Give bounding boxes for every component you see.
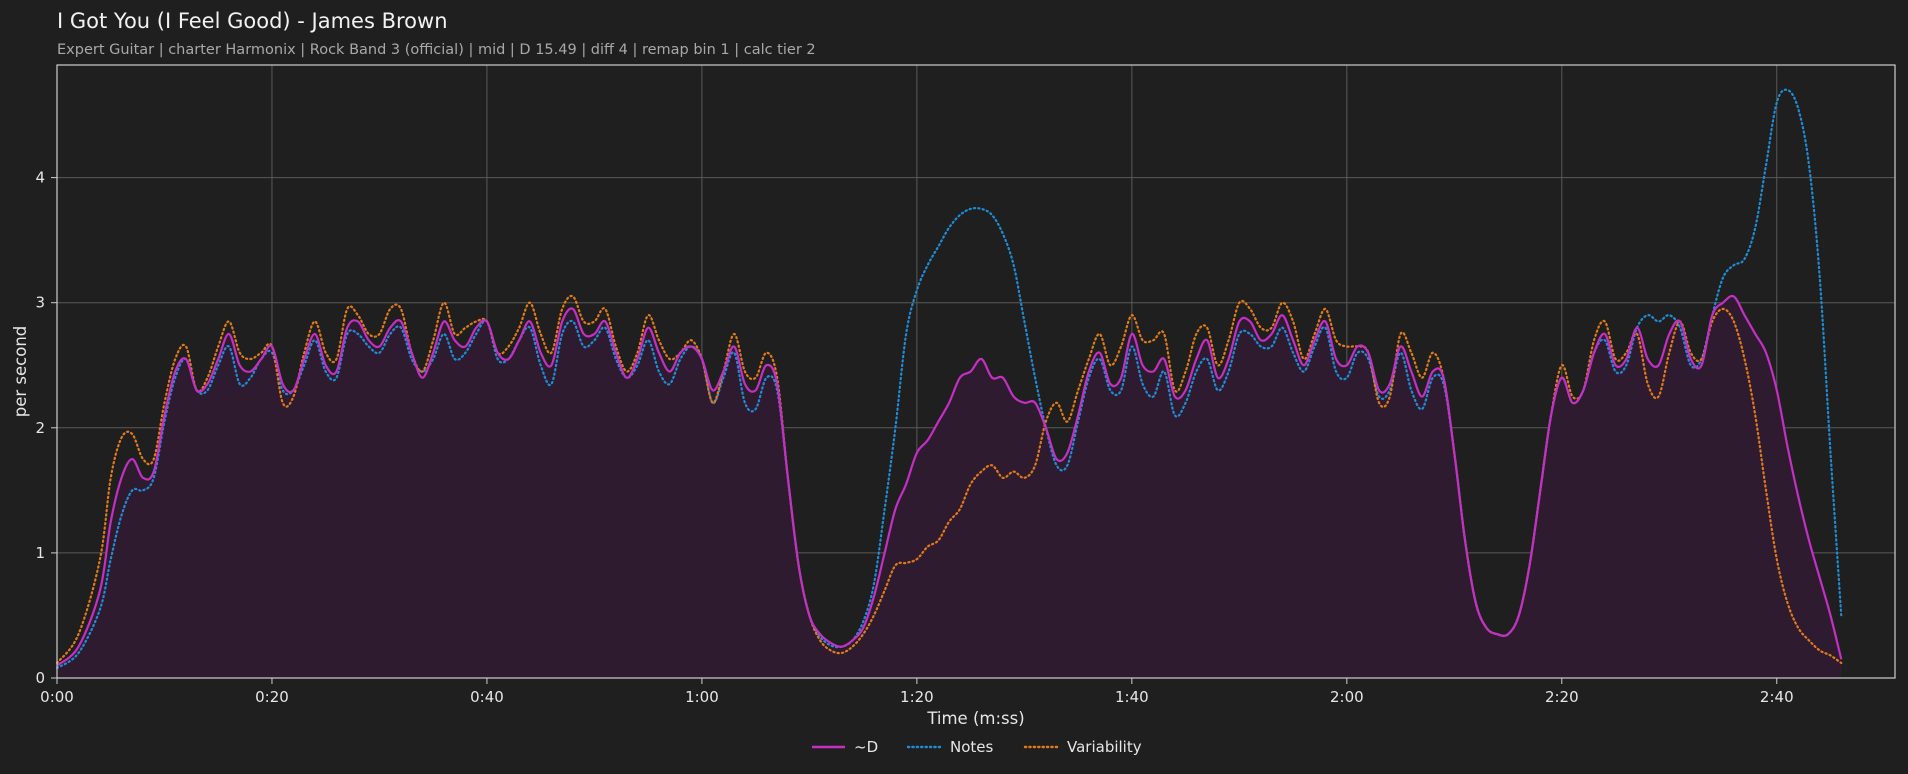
- x-tick-label: 1:00: [685, 688, 719, 706]
- chart-subtitle: Expert Guitar | charter Harmonix | Rock …: [57, 42, 816, 58]
- x-tick-label: 0:40: [470, 688, 504, 706]
- y-axis-label: per second: [11, 326, 30, 418]
- y-tick-label: 1: [35, 544, 45, 562]
- chart-root: I Got You (I Feel Good) - James Brown Ex…: [0, 0, 1908, 774]
- x-tick-label: 0:00: [40, 688, 74, 706]
- x-axis-label: Time (m:ss): [926, 709, 1024, 728]
- chart-title: I Got You (I Feel Good) - James Brown: [57, 9, 448, 33]
- y-tick-label: 2: [35, 419, 45, 437]
- x-tick-label: 2:40: [1760, 688, 1794, 706]
- legend-label: Notes: [950, 738, 994, 756]
- y-tick-label: 4: [35, 169, 45, 187]
- legend-label: Variability: [1067, 738, 1142, 756]
- x-tick-label: 1:20: [900, 688, 934, 706]
- line-chart: I Got You (I Feel Good) - James Brown Ex…: [11, 9, 1896, 756]
- x-tick-label: 1:40: [1115, 688, 1149, 706]
- x-tick-label: 2:20: [1545, 688, 1579, 706]
- y-tick-label: 0: [35, 669, 45, 687]
- x-tick-label: 2:00: [1330, 688, 1364, 706]
- y-tick-label: 3: [35, 294, 45, 312]
- area-layer: [57, 295, 1842, 678]
- x-tick-label: 0:20: [255, 688, 289, 706]
- series-area-d: [57, 295, 1842, 678]
- legend-label: ~D: [854, 738, 878, 756]
- legend: ~D Notes Variability: [812, 738, 1142, 756]
